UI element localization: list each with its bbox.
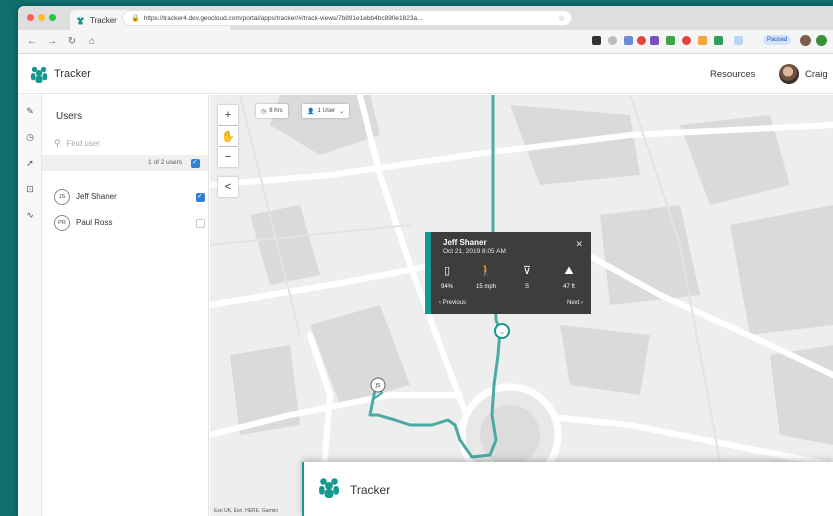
chevron-down-icon: ⌄ xyxy=(339,108,345,115)
users-icon[interactable]: ✎ xyxy=(24,105,36,117)
extension-icon[interactable] xyxy=(714,36,723,45)
user-checkbox[interactable] xyxy=(196,192,205,202)
popup-timestamp: Oct 21, 2019 8:05 AM xyxy=(443,248,506,255)
user-name: Jeff Shaner xyxy=(76,192,117,201)
time-filter-chip[interactable]: ◷ 8 hrs xyxy=(256,104,288,118)
activity-icon[interactable]: ∿ xyxy=(24,209,36,221)
user-checkbox[interactable] xyxy=(196,219,205,228)
url-text: https://tracker4.dev.geocloud.com/portal… xyxy=(143,14,423,22)
profile-avatar[interactable] xyxy=(800,35,811,46)
speed-value: 15 mph xyxy=(475,284,496,290)
tracker-favicon-icon xyxy=(77,16,84,25)
pan-hand-button[interactable]: ✋ xyxy=(218,126,238,146)
minimize-window-button[interactable] xyxy=(38,14,45,21)
extension-icon[interactable] xyxy=(816,35,827,46)
search-placeholder: Find user xyxy=(66,138,100,148)
tab-title: Tracker xyxy=(90,15,117,25)
user-icon: 👤 xyxy=(307,108,315,115)
extension-icon[interactable] xyxy=(650,36,659,45)
user-name: Paul Ross xyxy=(76,218,113,227)
maximize-window-button[interactable] xyxy=(49,14,56,21)
zoom-out-button[interactable]: − xyxy=(218,147,238,167)
panel-title: Users xyxy=(56,111,83,122)
selection-count-row: 1 of 2 users xyxy=(42,155,208,171)
user-row-jeff-shaner[interactable]: JS Jeff Shaner xyxy=(54,187,205,207)
selection-count: 1 of 2 users xyxy=(148,159,182,166)
vehicle-icon[interactable]: ⊡ xyxy=(24,183,36,195)
user-filter-label: 1 User xyxy=(317,108,336,114)
left-rail: ✎ ◷ ➚ ⊡ ∿ xyxy=(18,95,42,516)
extension-icon[interactable] xyxy=(592,36,601,45)
battery-icon: ▯ xyxy=(443,265,451,277)
collapse-panel-button[interactable]: < xyxy=(218,177,238,197)
heading-value: S xyxy=(524,284,529,290)
reload-icon[interactable]: ↻ xyxy=(66,36,78,47)
extension-icon[interactable] xyxy=(682,36,691,45)
user-filter-chip[interactable]: 👤 1 User ⌄ xyxy=(302,104,350,118)
browser-window: Tracker × + ← → ↻ ⌂ 🔒 https://tracker4.d… xyxy=(18,6,833,516)
previous-button[interactable]: ‹ Previous xyxy=(439,300,466,306)
users-panel: Users ⚲ Find user 1 of 2 users JS Jeff S… xyxy=(42,95,209,516)
resources-menu[interactable]: Resources xyxy=(710,69,755,80)
user-initials-avatar: PR xyxy=(54,215,70,231)
close-icon[interactable]: ✕ xyxy=(575,239,583,250)
extension-icon[interactable] xyxy=(666,36,675,45)
user-row-paul-ross[interactable]: PR Paul Ross xyxy=(54,213,205,233)
extension-icon[interactable] xyxy=(608,36,617,45)
browser-toolbar: ← → ↻ ⌂ xyxy=(18,30,833,54)
select-all-checkbox[interactable] xyxy=(191,158,200,168)
compass-icon: ⊽ xyxy=(522,265,532,277)
forward-icon[interactable]: → xyxy=(46,36,58,47)
extension-icon[interactable] xyxy=(624,36,633,45)
close-window-button[interactable] xyxy=(27,14,34,21)
svg-text:JS: JS xyxy=(375,383,381,389)
battery-value: 94% xyxy=(440,284,453,290)
user-name[interactable]: Craig xyxy=(805,69,828,80)
home-icon[interactable]: ⌂ xyxy=(86,36,98,47)
extension-icon[interactable] xyxy=(734,36,743,45)
app-header: Tracker Resources Craig xyxy=(18,54,833,94)
back-icon[interactable]: ← xyxy=(26,36,38,47)
lock-icon: 🔒 xyxy=(131,15,140,22)
tracker-logo-icon xyxy=(30,66,48,83)
svg-text:⌄: ⌄ xyxy=(499,328,505,336)
map-attribution: Esri UK, Esri, HERE, Garmin xyxy=(214,508,279,514)
altitude-value: 47 ft xyxy=(563,284,575,290)
next-button[interactable]: Next › xyxy=(567,300,583,306)
user-avatar[interactable] xyxy=(779,64,799,84)
clock-icon: ◷ xyxy=(261,108,267,115)
popup-user-name: Jeff Shaner xyxy=(443,238,487,247)
tracker-logo-icon xyxy=(319,478,339,498)
track-popup: Jeff Shaner Oct 21, 2019 8:05 AM ✕ ▯ 🚶 ⊽… xyxy=(425,232,591,314)
walking-icon: 🚶 xyxy=(479,265,493,277)
search-icon: ⚲ xyxy=(54,137,61,148)
app-title: Tracker xyxy=(350,483,391,497)
time-filter-label: 8 hrs xyxy=(269,108,283,114)
extension-icon[interactable] xyxy=(637,36,646,45)
search-input[interactable]: ⚲ Find user xyxy=(54,135,199,151)
profile-paused-badge[interactable]: Paused xyxy=(763,35,792,45)
second-tracker-window[interactable]: Tracker xyxy=(302,462,833,516)
app-title: Tracker xyxy=(54,68,91,80)
altitude-icon: ⛰ xyxy=(564,265,574,277)
zoom-in-button[interactable]: + xyxy=(218,105,238,125)
signal-icon[interactable]: ➚ xyxy=(24,157,36,169)
clock-icon[interactable]: ◷ xyxy=(24,131,36,143)
bookmark-star-icon[interactable]: ☆ xyxy=(558,14,565,23)
hand-icon: ✋ xyxy=(221,130,235,143)
map-view[interactable]: ⌄ JS + ✋ − < ◷ 8 hrs 👤 1 User ⌄ Esri UK,… xyxy=(210,95,833,516)
address-bar[interactable]: 🔒 https://tracker4.dev.geocloud.com/port… xyxy=(122,10,572,26)
extension-icon[interactable] xyxy=(698,36,707,45)
user-initials-avatar: JS xyxy=(54,189,70,205)
